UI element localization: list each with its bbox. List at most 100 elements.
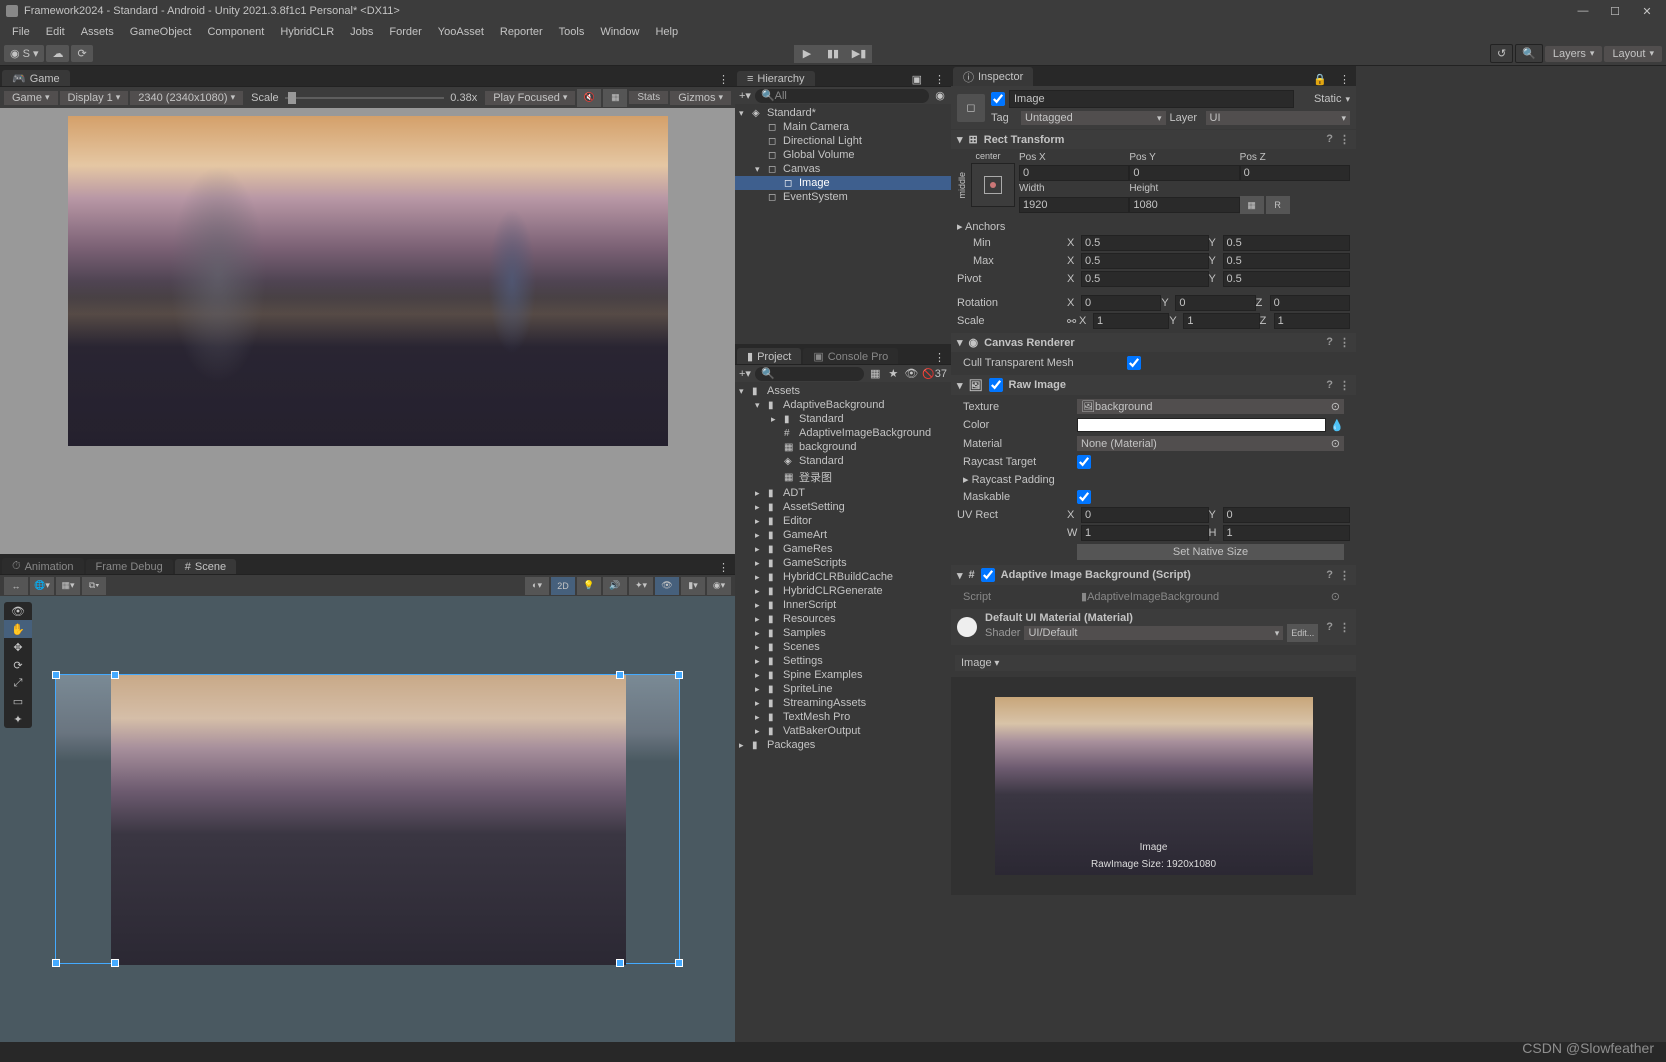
canvas-renderer-header[interactable]: ▾ ◉ Canvas Renderer?⋮ <box>951 333 1356 352</box>
menu-yooasset[interactable]: YooAsset <box>430 24 492 40</box>
pivot-x[interactable] <box>1081 271 1209 287</box>
audio-toggle[interactable]: 🔊 <box>603 577 627 595</box>
gameobject-icon[interactable]: ◻ <box>957 94 985 122</box>
scene-tab-options[interactable]: ⋮ <box>712 561 735 574</box>
hierarchy-item[interactable]: ◻Main Camera <box>735 120 951 134</box>
posz-field[interactable] <box>1240 165 1350 181</box>
project-item[interactable]: ▸▮Editor <box>735 514 951 528</box>
layer-dropdown[interactable]: UI▾ <box>1206 111 1351 125</box>
tab-inspector[interactable]: ⓘInspector <box>953 67 1033 86</box>
project-item[interactable]: #AdaptiveImageBackground <box>735 426 951 440</box>
vsync-button[interactable]: ▦ <box>603 89 627 107</box>
tab-hierarchy[interactable]: ≡Hierarchy <box>737 71 815 86</box>
menu-gameobject[interactable]: GameObject <box>122 24 200 40</box>
hierarchy-maximize[interactable]: ▣ <box>906 73 928 86</box>
anchor-max-y[interactable] <box>1223 253 1351 269</box>
project-item[interactable]: ▸▮InnerScript <box>735 598 951 612</box>
project-fav[interactable]: ★ <box>886 367 900 381</box>
project-hidden[interactable]: 👁 <box>904 367 918 381</box>
menu-component[interactable]: Component <box>199 24 272 40</box>
cull-mesh-checkbox[interactable] <box>1127 356 1141 370</box>
menu-help[interactable]: Help <box>647 24 686 40</box>
project-item[interactable]: ▸▮ADT <box>735 486 951 500</box>
scale-x[interactable] <box>1093 313 1169 329</box>
search-button[interactable]: 🔍 <box>1515 44 1543 63</box>
cloud-button[interactable]: ☁ <box>46 45 69 62</box>
game-mode-dropdown[interactable]: Game ▾ <box>4 91 58 105</box>
play-button[interactable]: ▶ <box>794 45 820 63</box>
project-item[interactable]: ▸▮GameScripts <box>735 556 951 570</box>
snap-tool[interactable]: ⧉▾ <box>82 577 106 595</box>
stats-button[interactable]: Stats <box>629 91 668 104</box>
project-item[interactable]: ▸▮Settings <box>735 654 951 668</box>
project-item[interactable]: ▸▮Spine Examples <box>735 668 951 682</box>
color-field[interactable] <box>1077 418 1326 432</box>
script-field[interactable]: ▮AdaptiveImageBackground⊙ <box>1077 589 1344 604</box>
uv-w[interactable] <box>1081 525 1209 541</box>
fx-toggle[interactable]: ✦▾ <box>629 577 653 595</box>
rotate-tool[interactable]: ⟳ <box>4 656 32 674</box>
local-tool[interactable]: 🌐▾ <box>30 577 54 595</box>
project-item[interactable]: ▸▮VatBakerOutput <box>735 724 951 738</box>
maskable-checkbox[interactable] <box>1077 490 1091 504</box>
maximize-button[interactable]: ☐ <box>1608 4 1622 18</box>
tab-project[interactable]: ▮Project <box>737 348 801 364</box>
pivot-y[interactable] <box>1223 271 1351 287</box>
project-item[interactable]: ▸▮TextMesh Pro <box>735 710 951 724</box>
hierarchy-item[interactable]: ◻Directional Light <box>735 134 951 148</box>
tab-scene[interactable]: #Scene <box>175 559 236 574</box>
tab-game[interactable]: 🎮Game <box>2 70 70 86</box>
mute-button[interactable]: 🔇 <box>577 89 601 107</box>
project-item[interactable]: ▸▮Resources <box>735 612 951 626</box>
project-item[interactable]: ▸▮StreamingAssets <box>735 696 951 710</box>
height-field[interactable] <box>1129 197 1239 213</box>
hierarchy-item[interactable]: ▾◈Standard* <box>735 106 951 120</box>
project-item[interactable]: ▸▮AssetSetting <box>735 500 951 514</box>
hand-tool[interactable]: ✋ <box>4 620 32 638</box>
play-focused-dropdown[interactable]: Play Focused ▾ <box>485 91 575 105</box>
static-dropdown[interactable]: ▾ <box>1345 94 1350 105</box>
close-button[interactable]: ✕ <box>1640 4 1654 18</box>
menu-window[interactable]: Window <box>592 24 647 40</box>
texture-field[interactable]: 🖼background⊙ <box>1077 399 1344 414</box>
undo-history-button[interactable]: ⟳ <box>71 45 92 62</box>
game-tab-options[interactable]: ⋮ <box>712 73 735 86</box>
menu-reporter[interactable]: Reporter <box>492 24 551 40</box>
project-item[interactable]: ▾▮Assets <box>735 384 951 398</box>
view-tool[interactable]: 👁 <box>4 602 32 620</box>
material-header[interactable]: Default UI Material (Material) Shader UI… <box>951 609 1356 645</box>
display-dropdown[interactable]: Display 1 ▾ <box>60 91 129 105</box>
gizmos-toggle[interactable]: ◉▾ <box>707 577 731 595</box>
menu-hybridclr[interactable]: HybridCLR <box>272 24 342 40</box>
anchor-preset-button[interactable] <box>971 163 1015 207</box>
menu-forder[interactable]: Forder <box>381 24 429 40</box>
anchor-min-x[interactable] <box>1081 235 1209 251</box>
project-item[interactable]: ▸▮HybridCLRBuildCache <box>735 570 951 584</box>
pause-button[interactable]: ▮▮ <box>820 45 846 63</box>
set-native-size-button[interactable]: Set Native Size <box>1077 544 1344 560</box>
project-item[interactable]: ▸▮GameRes <box>735 542 951 556</box>
scale-y[interactable] <box>1183 313 1259 329</box>
project-filter[interactable]: ▦ <box>868 367 882 381</box>
eyedropper-icon[interactable]: 💧 <box>1330 419 1344 432</box>
posx-field[interactable] <box>1019 165 1129 181</box>
project-item[interactable]: ◈Standard <box>735 454 951 468</box>
uv-y[interactable] <box>1223 507 1351 523</box>
hidden-toggle[interactable]: 👁 <box>655 577 679 595</box>
raw-edit-mode[interactable]: R <box>1266 196 1290 214</box>
hierarchy-item[interactable]: ◻EventSystem <box>735 190 951 204</box>
width-field[interactable] <box>1019 197 1129 213</box>
project-item[interactable]: ▸▮Standard <box>735 412 951 426</box>
uv-x[interactable] <box>1081 507 1209 523</box>
project-item[interactable]: ▦background <box>735 440 951 454</box>
project-item[interactable]: ▸▮Scenes <box>735 640 951 654</box>
tab-framedebug[interactable]: Frame Debug <box>86 559 173 574</box>
scale-tool[interactable]: ⤢ <box>4 674 32 692</box>
account-button[interactable]: ◉ S ▾ <box>4 45 44 62</box>
light-toggle[interactable]: 💡 <box>577 577 601 595</box>
layout-dropdown[interactable]: Layout ▾ <box>1604 46 1662 62</box>
hierarchy-search[interactable]: 🔍All <box>755 89 929 103</box>
gizmos-dropdown[interactable]: Gizmos ▾ <box>670 91 731 105</box>
rect-tool[interactable]: ▭ <box>4 692 32 710</box>
rot-z[interactable] <box>1270 295 1350 311</box>
